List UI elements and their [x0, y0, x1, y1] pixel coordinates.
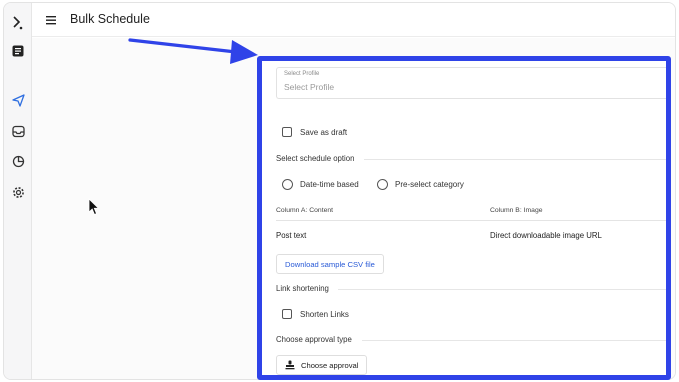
shorten-links-option[interactable]: Shorten Links [276, 309, 349, 319]
save-as-draft-checkbox[interactable] [282, 127, 292, 137]
section-divider [364, 159, 666, 160]
schedule-option-title: Select schedule option [276, 154, 355, 163]
radio-date-time-based[interactable]: Date-time based [276, 179, 359, 190]
select-profile-field[interactable]: Select Profile Select Profile [276, 67, 666, 99]
dashboard-icon[interactable] [8, 41, 28, 61]
select-profile-label: Select Profile [284, 71, 320, 77]
select-profile-placeholder: Select Profile [284, 82, 335, 92]
section-divider [362, 340, 666, 341]
radio-button[interactable] [377, 179, 388, 190]
radio-button[interactable] [282, 179, 293, 190]
menu-icon[interactable] [46, 13, 60, 27]
inbox-icon[interactable] [8, 121, 28, 141]
schedule-option-section: Select schedule option [276, 154, 666, 163]
radio-label: Pre-select category [395, 180, 464, 189]
bulk-schedule-form-highlight: Select Profile Select Profile Save as dr… [257, 56, 671, 380]
radio-pre-select-category[interactable]: Pre-select category [371, 179, 464, 190]
table-divider [276, 220, 666, 221]
link-shortening-title: Link shortening [276, 284, 329, 293]
top-bar: Bulk Schedule [32, 3, 675, 37]
bulk-schedule-form: Select Profile Select Profile [276, 67, 666, 99]
choose-approval-button[interactable]: Choose approval [276, 355, 368, 375]
save-as-draft-label: Save as draft [300, 127, 348, 137]
save-as-draft-option[interactable]: Save as draft [276, 127, 347, 137]
stamp-icon [285, 360, 295, 370]
approval-type-section: Choose approval type [276, 335, 666, 344]
mouse-cursor-icon [88, 198, 100, 216]
column-a-value: Post text [276, 231, 307, 240]
choose-approval-label: Choose approval [301, 360, 359, 370]
approval-type-title: Choose approval type [276, 335, 352, 344]
download-sample-csv-button[interactable]: Download sample CSV file [276, 254, 384, 274]
sidebar-rail [4, 3, 32, 379]
shorten-links-checkbox[interactable] [282, 309, 292, 319]
column-b-value: Direct downloadable image URL [490, 231, 602, 240]
section-divider [338, 289, 666, 290]
logo-icon[interactable] [8, 13, 28, 33]
page-title: Bulk Schedule [70, 12, 150, 26]
shorten-links-label: Shorten Links [300, 309, 349, 319]
send-icon[interactable] [8, 90, 28, 110]
settings-icon[interactable] [8, 182, 28, 202]
link-shortening-section: Link shortening [276, 284, 666, 293]
radio-label: Date-time based [300, 180, 359, 189]
column-b-header: Column B: Image [490, 207, 543, 214]
column-a-header: Column A: Content [276, 207, 334, 214]
analytics-icon[interactable] [8, 151, 28, 171]
